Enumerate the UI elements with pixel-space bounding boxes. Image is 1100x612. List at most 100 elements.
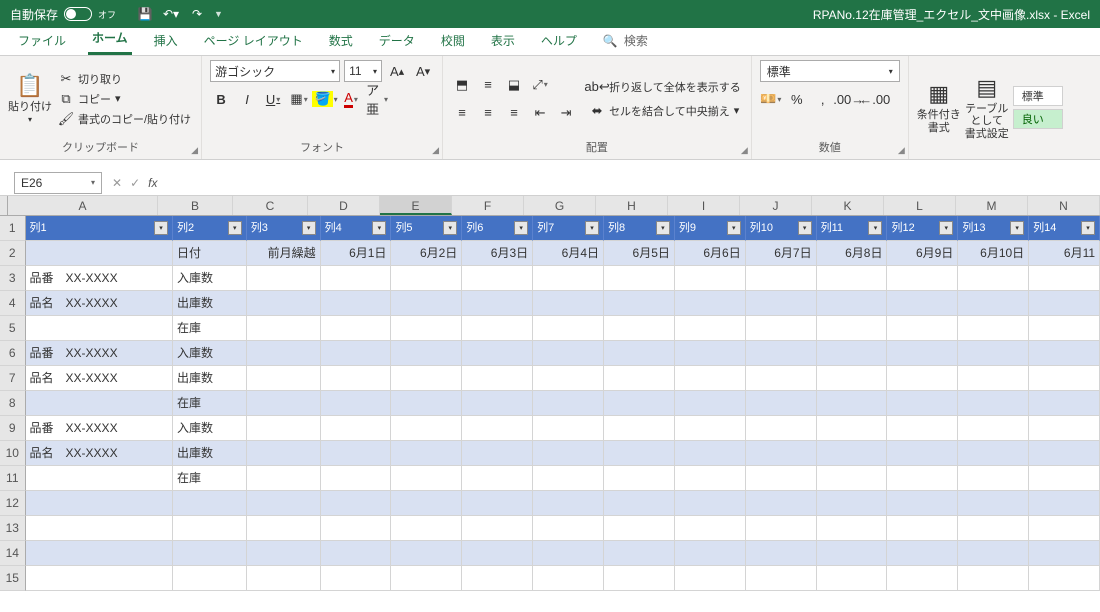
cell[interactable] (462, 441, 533, 466)
cell[interactable]: 6月9日 (887, 241, 958, 266)
cell[interactable] (247, 266, 321, 291)
cell[interactable] (321, 341, 392, 366)
enter-icon[interactable]: ✓ (130, 176, 140, 190)
increase-indent-button[interactable]: ⇥ (555, 102, 577, 124)
column-header[interactable]: K (812, 196, 884, 215)
cell[interactable]: 前月繰越 (247, 241, 321, 266)
cell[interactable] (604, 566, 675, 591)
redo-icon[interactable]: ↷ (188, 5, 206, 23)
filter-icon[interactable]: ▾ (656, 221, 670, 235)
cell[interactable] (391, 341, 462, 366)
cell[interactable] (746, 466, 817, 491)
format-painter-button[interactable]: 🖌書式のコピー/貼り付け (56, 110, 193, 128)
cell[interactable] (746, 341, 817, 366)
cell[interactable] (746, 266, 817, 291)
cell[interactable] (958, 391, 1029, 416)
cell[interactable] (675, 466, 746, 491)
cell[interactable] (247, 441, 321, 466)
column-header[interactable]: G (524, 196, 596, 215)
column-header[interactable]: H (596, 196, 668, 215)
cell[interactable] (817, 366, 888, 391)
cell[interactable] (247, 391, 321, 416)
cell[interactable] (391, 291, 462, 316)
row-header[interactable]: 5 (0, 316, 26, 341)
cell[interactable] (321, 491, 392, 516)
cell[interactable] (462, 566, 533, 591)
row-header[interactable]: 10 (0, 441, 26, 466)
cell[interactable] (1029, 341, 1100, 366)
row-header[interactable]: 14 (0, 541, 26, 566)
cell[interactable] (746, 566, 817, 591)
cell[interactable]: 6月1日 (321, 241, 392, 266)
cut-button[interactable]: ✂切り取り (56, 70, 193, 88)
column-header[interactable]: N (1028, 196, 1100, 215)
border-button[interactable]: ▦ (288, 88, 310, 110)
cell[interactable] (887, 566, 958, 591)
cell[interactable] (817, 416, 888, 441)
row-header[interactable]: 3 (0, 266, 26, 291)
cell[interactable]: 日付 (173, 241, 247, 266)
row-header[interactable]: 8 (0, 391, 26, 416)
cell[interactable] (247, 516, 321, 541)
row-header[interactable]: 9 (0, 416, 26, 441)
cell[interactable] (26, 516, 173, 541)
cell[interactable] (247, 541, 321, 566)
cell[interactable] (817, 316, 888, 341)
table-header-cell[interactable]: 列9▾ (675, 216, 746, 241)
tab-insert[interactable]: 挿入 (150, 26, 182, 55)
cell[interactable] (321, 266, 392, 291)
cell[interactable] (533, 516, 604, 541)
cell[interactable] (321, 566, 392, 591)
dialog-launcher-icon[interactable]: ◢ (898, 145, 905, 156)
cell[interactable] (958, 566, 1029, 591)
cell[interactable] (533, 441, 604, 466)
filter-icon[interactable]: ▾ (1010, 221, 1024, 235)
orientation-button[interactable]: ⤢ (529, 74, 551, 96)
filter-icon[interactable]: ▾ (939, 221, 953, 235)
cell[interactable] (604, 316, 675, 341)
underline-button[interactable]: U (262, 88, 284, 110)
cell[interactable]: 品名 XX-XXXX (26, 366, 173, 391)
cell-style-normal[interactable]: 標準 (1013, 86, 1063, 106)
cell[interactable] (533, 541, 604, 566)
cell[interactable] (746, 441, 817, 466)
cell[interactable] (1029, 291, 1100, 316)
cell[interactable] (887, 466, 958, 491)
cell[interactable] (462, 316, 533, 341)
paste-button[interactable]: 📋 貼り付け ▾ (8, 60, 52, 137)
undo-icon[interactable]: ↶▾ (162, 5, 180, 23)
tab-formulas[interactable]: 数式 (325, 26, 357, 55)
table-header-cell[interactable]: 列10▾ (746, 216, 817, 241)
filter-icon[interactable]: ▾ (302, 221, 316, 235)
tab-review[interactable]: 校閲 (437, 26, 469, 55)
align-center-button[interactable]: ≡ (477, 102, 499, 124)
cell-style-good[interactable]: 良い (1013, 109, 1063, 129)
cell[interactable] (247, 291, 321, 316)
cell[interactable] (746, 316, 817, 341)
cell[interactable] (391, 266, 462, 291)
cell[interactable]: 6月6日 (675, 241, 746, 266)
merge-center-button[interactable]: ⬌セルを結合して中央揃え ▾ (587, 102, 743, 120)
cell[interactable] (321, 416, 392, 441)
cell[interactable] (958, 291, 1029, 316)
cell[interactable] (746, 541, 817, 566)
cell[interactable] (462, 291, 533, 316)
cell[interactable]: 入庫数 (173, 416, 247, 441)
cell[interactable] (958, 491, 1029, 516)
cell[interactable] (391, 316, 462, 341)
cell[interactable]: 6月11 (1029, 241, 1100, 266)
cell[interactable] (675, 491, 746, 516)
tab-home[interactable]: ホーム (88, 23, 132, 55)
cell[interactable]: 品番 XX-XXXX (26, 416, 173, 441)
tab-page-layout[interactable]: ページ レイアウト (200, 26, 307, 55)
cell[interactable] (247, 316, 321, 341)
align-right-button[interactable]: ≡ (503, 102, 525, 124)
cell[interactable] (817, 266, 888, 291)
cell[interactable] (817, 466, 888, 491)
cell[interactable] (1029, 366, 1100, 391)
filter-icon[interactable]: ▾ (727, 221, 741, 235)
cell[interactable] (247, 366, 321, 391)
filter-icon[interactable]: ▾ (443, 221, 457, 235)
cell[interactable] (958, 466, 1029, 491)
font-color-button[interactable]: A (340, 88, 362, 110)
